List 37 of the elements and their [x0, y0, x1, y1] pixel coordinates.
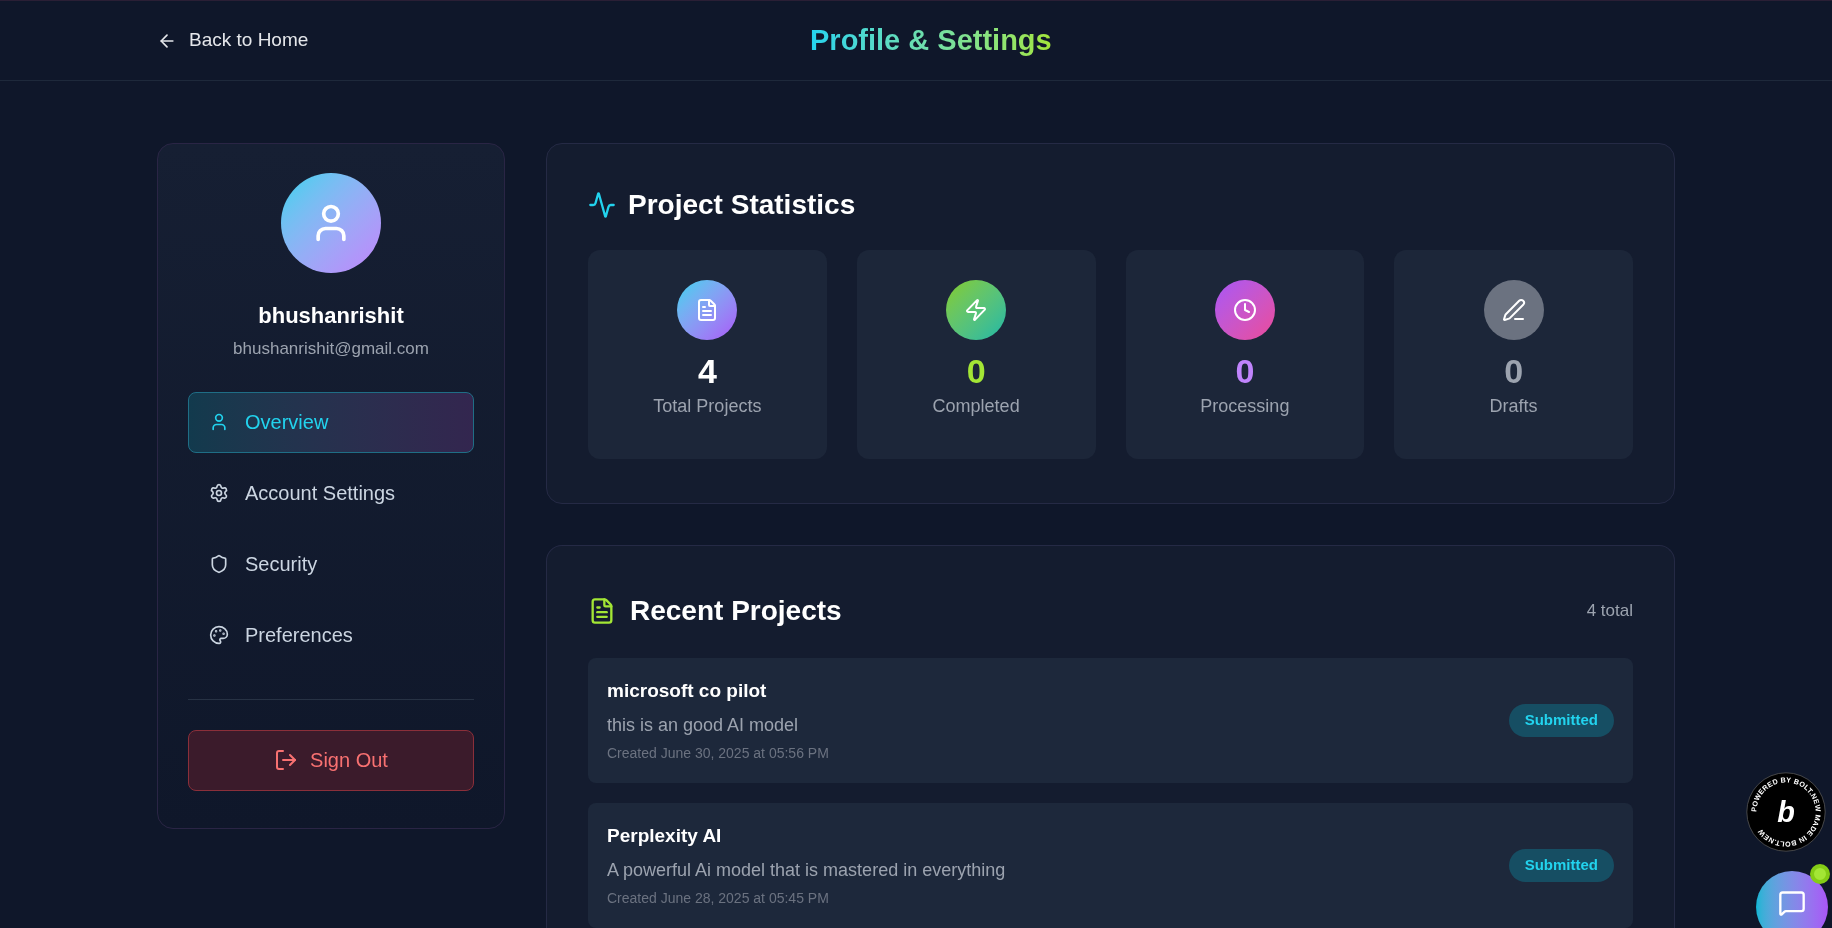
- user-icon: [209, 412, 229, 432]
- stat-value: 0: [1235, 351, 1255, 392]
- nav-item[interactable]: Preferences: [188, 604, 474, 666]
- sign-out-button[interactable]: Sign Out: [188, 729, 474, 791]
- activity-icon: [588, 191, 616, 219]
- project-name: microsoft co pilot: [607, 679, 768, 704]
- nav-item[interactable]: Security: [188, 533, 474, 595]
- project-row[interactable]: microsoft co pilot this is an good AI model Created June 30, 2025 at 05:56 PM Submitted: [588, 658, 1633, 783]
- stat-value: 0: [966, 351, 986, 392]
- nav-item[interactable]: Overview: [188, 391, 474, 453]
- project-row[interactable]: Perplexity AI A powerful Ai model that is mastered in everything Created June 28, 2025 at 05:45 PM Submitted: [588, 803, 1633, 928]
- project-date: Created June 28, 2025 at 05:45 PM: [607, 888, 830, 908]
- chat-button[interactable]: [1756, 871, 1828, 928]
- settings-icon: [209, 483, 229, 503]
- nav-item[interactable]: Account Settings: [188, 462, 474, 524]
- status-badge: Submitted: [1508, 849, 1614, 882]
- stat-value: 0: [1504, 351, 1524, 392]
- stat-label: Processing: [1200, 394, 1290, 418]
- project-date: Created June 30, 2025 at 05:56 PM: [607, 743, 829, 763]
- stat-value: 4: [697, 351, 717, 392]
- stat-label: Completed: [932, 394, 1020, 418]
- section-title: Project Statistics: [628, 188, 856, 222]
- project-name: Perplexity AI: [607, 824, 723, 849]
- stat-label: Total Projects: [653, 394, 762, 418]
- project-description: this is an good AI model: [607, 713, 800, 737]
- email: bhushanrishit@gmail.com: [232, 338, 430, 360]
- username: bhushanrishit: [257, 302, 405, 330]
- palette-icon: [209, 625, 229, 645]
- status-badge: Submitted: [1508, 704, 1614, 737]
- chat-icon: [1778, 889, 1806, 917]
- stat-label: Drafts: [1489, 394, 1538, 418]
- back-link[interactable]: Back to Home: [157, 26, 309, 55]
- section-title: Recent Projects: [630, 594, 842, 628]
- project-count: 4 total: [1586, 600, 1633, 623]
- shield-icon: [209, 554, 229, 574]
- sign-out-icon: [274, 748, 299, 772]
- project-description: A powerful Ai model that is mastered in everything: [607, 858, 1006, 882]
